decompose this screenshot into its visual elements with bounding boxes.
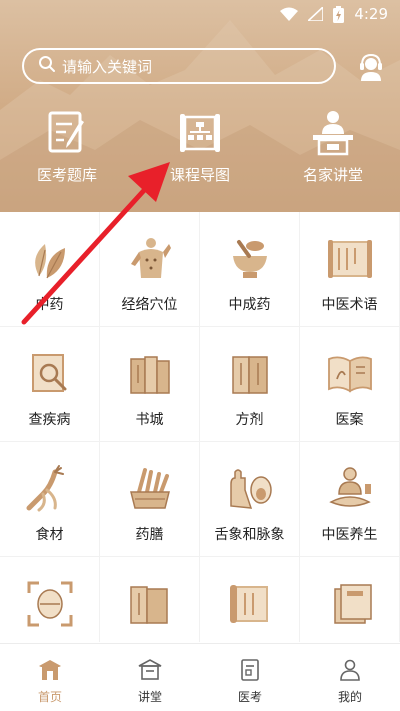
search-placeholder: 请输入关键词 <box>62 57 153 76</box>
nav-label: 我的 <box>337 690 362 704</box>
grid-item-disease-lookup[interactable]: 查疾病 <box>0 327 100 442</box>
signal-icon <box>308 7 324 21</box>
shortcut-course-map[interactable]: 课程导图 <box>140 108 260 188</box>
open-book-icon <box>327 356 372 393</box>
top-shortcuts: 医考题库 课程导图 名家讲堂 <box>0 108 400 188</box>
grid-item-label: 医案 <box>335 412 364 428</box>
scroll-icon <box>327 240 372 278</box>
mortar-bowl-icon <box>232 240 267 278</box>
feature-grid: 中药 经络穴位 中成药 中医术语 查疾病 书城 方剂 医案 食材 药膳 舌象和脉… <box>0 212 400 642</box>
status-bar: 4:29 <box>0 0 400 28</box>
prescription-books-icon <box>231 356 268 394</box>
shortcut-famous-lectures[interactable]: 名家讲堂 <box>273 108 393 188</box>
exam-doc-icon <box>241 659 259 681</box>
meditating-figure-icon <box>328 467 371 507</box>
grid-item-label: 经络穴位 <box>121 297 178 313</box>
search-input[interactable]: 请输入关键词 <box>22 48 336 84</box>
exam-bank-icon <box>48 111 84 153</box>
grid-item-terminology[interactable]: 中医术语 <box>300 212 400 327</box>
header-banner: 4:29 请输入关键词 医考题库 课程导图 名家讲堂 <box>0 0 400 212</box>
grid-item-label: 书城 <box>135 412 164 428</box>
grid-item-meridians[interactable]: 经络穴位 <box>100 212 200 327</box>
wifi-icon <box>280 7 299 21</box>
herb-leaves-icon <box>34 244 65 279</box>
shortcut-label: 医考题库 <box>36 166 97 184</box>
nav-label: 医考 <box>237 690 262 704</box>
grid-item-label: 方剂 <box>235 412 264 428</box>
bottom-nav: 首页 讲堂 医考 我的 <box>0 643 400 711</box>
grid-item-prescriptions[interactable]: 方剂 <box>200 327 300 442</box>
nav-home[interactable]: 首页 <box>0 644 100 711</box>
lecturer-podium-icon <box>313 111 353 156</box>
grid-item-label: 中药 <box>35 297 64 313</box>
tongue-pulse-icon <box>229 469 272 509</box>
books-icon <box>129 356 170 394</box>
herb-basket-icon <box>129 468 170 509</box>
nav-exam[interactable]: 医考 <box>200 644 300 711</box>
grid-item-medicinal-diet[interactable]: 药膳 <box>100 442 200 557</box>
scan-frame-icon <box>27 581 72 627</box>
customer-service-icon[interactable] <box>356 52 386 82</box>
lecture-hall-icon <box>138 659 162 680</box>
clock: 4:29 <box>354 5 388 23</box>
grid-item-label: 查疾病 <box>28 412 71 428</box>
grid-item-label: 药膳 <box>135 527 164 543</box>
grid-item-label: 食材 <box>35 527 64 543</box>
grid-item-ingredients[interactable]: 食材 <box>0 442 100 557</box>
grid-item-tongue-pulse[interactable]: 舌象和脉象 <box>200 442 300 557</box>
open-scroll-icon <box>229 585 268 623</box>
grid-item-wellness[interactable]: 中医养生 <box>300 442 400 557</box>
books-icon <box>129 586 168 624</box>
search-icon <box>38 55 56 77</box>
nav-label: 讲堂 <box>137 690 162 704</box>
disease-search-book-icon <box>31 354 66 392</box>
nav-label: 首页 <box>37 690 62 704</box>
acupoint-body-icon <box>130 238 171 278</box>
nav-profile[interactable]: 我的 <box>300 644 400 711</box>
ginseng-root-icon <box>26 465 64 512</box>
course-map-scroll-icon <box>180 114 220 152</box>
nav-lectures[interactable]: 讲堂 <box>100 644 200 711</box>
home-pavilion-icon <box>39 660 61 680</box>
booklet-icon <box>333 584 372 624</box>
shortcut-label: 课程导图 <box>169 166 230 184</box>
battery-icon <box>333 5 345 23</box>
grid-item-label: 舌象和脉象 <box>214 527 285 543</box>
grid-item-herbs[interactable]: 中药 <box>0 212 100 327</box>
grid-item-label: 中医养生 <box>321 527 378 543</box>
grid-item-scroll-2[interactable] <box>200 557 300 642</box>
grid-item-medical-cases[interactable]: 医案 <box>300 327 400 442</box>
grid-item-bookstore[interactable]: 书城 <box>100 327 200 442</box>
grid-item-patent-medicine[interactable]: 中成药 <box>200 212 300 327</box>
shortcut-exam-bank[interactable]: 医考题库 <box>7 108 127 188</box>
grid-item-label: 中医术语 <box>321 297 378 313</box>
profile-icon <box>340 659 360 681</box>
grid-item-booklet[interactable] <box>300 557 400 642</box>
shortcut-label: 名家讲堂 <box>302 166 363 184</box>
grid-item-label: 中成药 <box>228 297 271 313</box>
grid-item-scan[interactable] <box>0 557 100 642</box>
grid-item-books-2[interactable] <box>100 557 200 642</box>
